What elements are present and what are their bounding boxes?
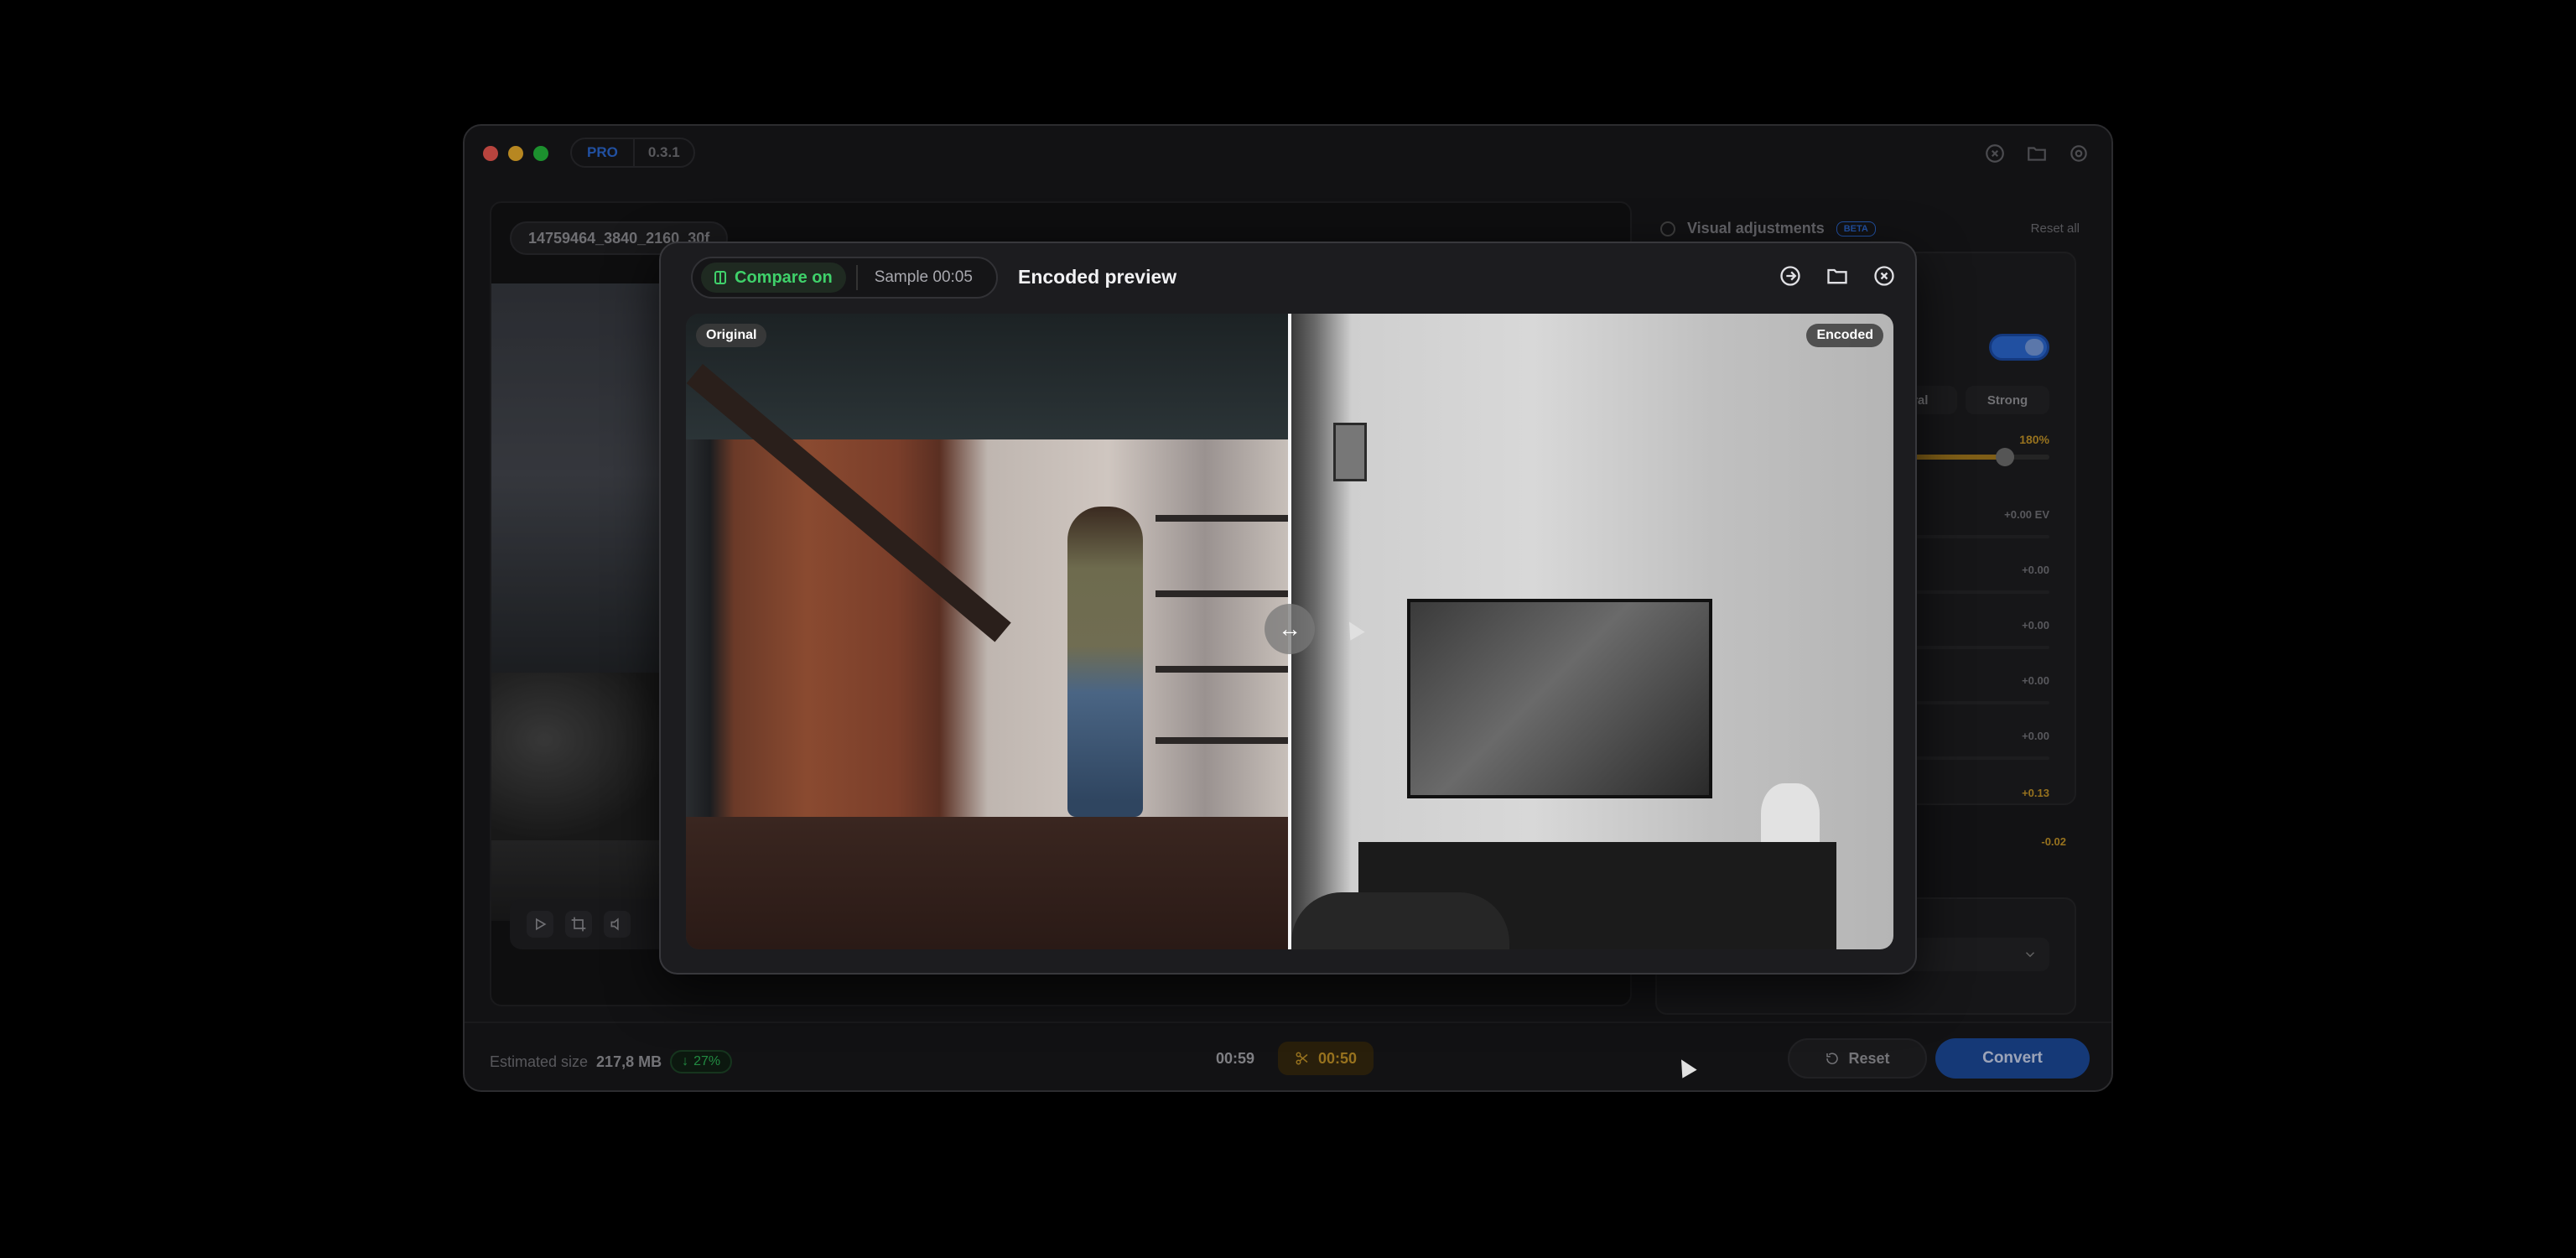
close-icon[interactable] bbox=[1868, 260, 1900, 292]
encoded-label: Encoded bbox=[1806, 324, 1883, 347]
encoded-frame bbox=[1291, 314, 1893, 949]
encoded-preview-dialog: Compare on Sample 00:05 Encoded preview … bbox=[659, 242, 1917, 975]
original-frame bbox=[686, 314, 1290, 949]
dialog-actions bbox=[1774, 260, 1900, 292]
split-icon bbox=[714, 271, 726, 284]
original-label: Original bbox=[696, 324, 767, 347]
split-handle-icon[interactable]: ↔ bbox=[1265, 604, 1315, 654]
open-external-icon[interactable] bbox=[1774, 260, 1806, 292]
compare-view[interactable]: ↔ Original Encoded bbox=[686, 314, 1893, 949]
compare-toggle[interactable]: Compare on bbox=[701, 263, 846, 293]
tv-screen bbox=[1407, 599, 1712, 798]
sample-selector[interactable]: Sample 00:05 bbox=[855, 265, 988, 290]
folder-icon[interactable] bbox=[1821, 260, 1853, 292]
preview-controls: Compare on Sample 00:05 bbox=[691, 257, 998, 299]
dialog-title: Encoded preview bbox=[1018, 266, 1177, 288]
person-figure bbox=[1067, 507, 1143, 817]
